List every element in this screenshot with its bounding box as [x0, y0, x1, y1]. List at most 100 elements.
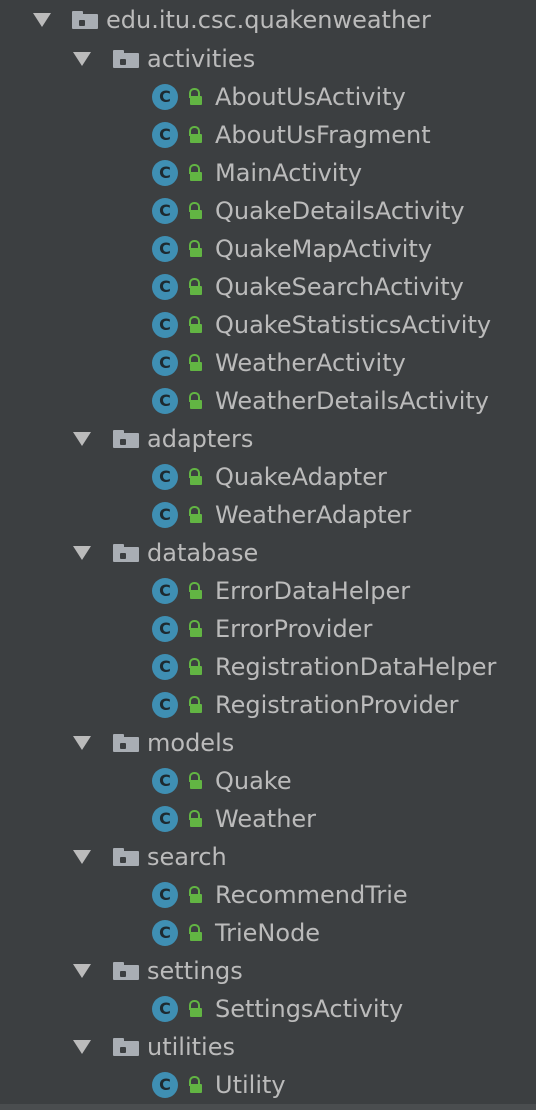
- package-label: database: [147, 539, 259, 567]
- tree-node-class[interactable]: C RecommendTrie: [0, 876, 536, 914]
- package-folder-icon: [113, 50, 139, 68]
- public-lock-icon: [187, 886, 203, 904]
- tree-node-package-activities[interactable]: activities: [0, 40, 536, 78]
- public-lock-icon: [187, 696, 203, 714]
- tree-node-class[interactable]: C AboutUsFragment: [0, 116, 536, 154]
- class-label: QuakeMapActivity: [215, 235, 433, 263]
- package-folder-icon: [72, 11, 98, 29]
- tree-node-class[interactable]: C Quake: [0, 762, 536, 800]
- chevron-down-icon[interactable]: [73, 546, 91, 560]
- tree-node-package-search[interactable]: search: [0, 838, 536, 876]
- class-icon: C: [152, 502, 178, 528]
- package-list: activities C AboutUsActivity C AboutUsFragme…: [0, 40, 536, 1104]
- public-lock-icon: [187, 240, 203, 258]
- tree-node-package-utilities[interactable]: utilities: [0, 1028, 536, 1066]
- public-lock-icon: [187, 164, 203, 182]
- tree-node-class[interactable]: C TrieNode: [0, 914, 536, 952]
- class-label: Weather: [215, 805, 317, 833]
- chevron-down-icon[interactable]: [73, 1040, 91, 1054]
- public-lock-icon: [187, 506, 203, 524]
- public-lock-icon: [187, 202, 203, 220]
- tree-node-class[interactable]: C WeatherActivity: [0, 344, 536, 382]
- tree-node-package-settings[interactable]: settings: [0, 952, 536, 990]
- public-lock-icon: [187, 810, 203, 828]
- class-icon: C: [152, 236, 178, 262]
- tree-node-package-database[interactable]: database: [0, 534, 536, 572]
- tree-node-class[interactable]: C QuakeSearchActivity: [0, 268, 536, 306]
- tree-node-class[interactable]: C QuakeMapActivity: [0, 230, 536, 268]
- class-icon: C: [152, 692, 178, 718]
- class-label: MainActivity: [215, 159, 363, 187]
- package-label: search: [147, 843, 227, 871]
- public-lock-icon: [187, 1076, 203, 1094]
- tree-node-class[interactable]: C QuakeStatisticsActivity: [0, 306, 536, 344]
- class-icon: C: [152, 160, 178, 186]
- class-icon: C: [152, 464, 178, 490]
- class-icon: C: [152, 274, 178, 300]
- tree-node-class[interactable]: C RegistrationDataHelper: [0, 648, 536, 686]
- tree-node-class[interactable]: C ErrorDataHelper: [0, 572, 536, 610]
- public-lock-icon: [187, 468, 203, 486]
- chevron-down-icon[interactable]: [73, 850, 91, 864]
- tree-node-class[interactable]: C AboutUsActivity: [0, 78, 536, 116]
- chevron-down-icon[interactable]: [73, 52, 91, 66]
- public-lock-icon: [187, 582, 203, 600]
- class-icon: C: [152, 920, 178, 946]
- package-folder-icon: [113, 544, 139, 562]
- public-lock-icon: [187, 392, 203, 410]
- class-icon: C: [152, 806, 178, 832]
- tree-node-class[interactable]: C QuakeDetailsActivity: [0, 192, 536, 230]
- class-label: QuakeSearchActivity: [215, 273, 464, 301]
- class-label: RecommendTrie: [215, 881, 408, 909]
- tree-node-class[interactable]: C RegistrationProvider: [0, 686, 536, 724]
- public-lock-icon: [187, 772, 203, 790]
- class-icon: C: [152, 768, 178, 794]
- class-icon: C: [152, 1072, 178, 1098]
- scrollbar-track[interactable]: [0, 1104, 536, 1110]
- tree-node-package-adapters[interactable]: adapters: [0, 420, 536, 458]
- public-lock-icon: [187, 1000, 203, 1018]
- public-lock-icon: [187, 88, 203, 106]
- class-icon: C: [152, 882, 178, 908]
- chevron-down-icon[interactable]: [33, 13, 51, 27]
- class-icon: C: [152, 616, 178, 642]
- chevron-down-icon[interactable]: [73, 432, 91, 446]
- tree-node-class[interactable]: C ErrorProvider: [0, 610, 536, 648]
- class-label: ErrorDataHelper: [215, 577, 411, 605]
- class-icon: C: [152, 312, 178, 338]
- public-lock-icon: [187, 354, 203, 372]
- tree-node-root-package[interactable]: edu.itu.csc.quakenweather: [0, 0, 536, 40]
- package-label: models: [147, 729, 235, 757]
- tree-node-class[interactable]: C QuakeAdapter: [0, 458, 536, 496]
- public-lock-icon: [187, 658, 203, 676]
- package-folder-icon: [113, 1038, 139, 1056]
- class-label: QuakeDetailsActivity: [215, 197, 465, 225]
- class-label: RegistrationProvider: [215, 691, 459, 719]
- public-lock-icon: [187, 620, 203, 638]
- package-label: settings: [147, 957, 243, 985]
- class-label: AboutUsFragment: [215, 121, 431, 149]
- tree-node-class[interactable]: C WeatherDetailsActivity: [0, 382, 536, 420]
- tree-node-class[interactable]: C MainActivity: [0, 154, 536, 192]
- tree-node-class[interactable]: C Utility: [0, 1066, 536, 1104]
- class-label: Quake: [215, 767, 292, 795]
- public-lock-icon: [187, 316, 203, 334]
- chevron-down-icon[interactable]: [73, 736, 91, 750]
- tree-node-class[interactable]: C SettingsActivity: [0, 990, 536, 1028]
- class-icon: C: [152, 198, 178, 224]
- public-lock-icon: [187, 278, 203, 296]
- tree-node-class[interactable]: C WeatherAdapter: [0, 496, 536, 534]
- class-label: QuakeStatisticsActivity: [215, 311, 492, 339]
- tree-node-class[interactable]: C Weather: [0, 800, 536, 838]
- class-label: RegistrationDataHelper: [215, 653, 497, 681]
- package-label: adapters: [147, 425, 254, 453]
- chevron-down-icon[interactable]: [73, 964, 91, 978]
- tree-node-package-models[interactable]: models: [0, 724, 536, 762]
- package-folder-icon: [113, 430, 139, 448]
- class-label: SettingsActivity: [215, 995, 404, 1023]
- project-tree: edu.itu.csc.quakenweather activities C Abo…: [0, 0, 536, 1104]
- public-lock-icon: [187, 924, 203, 942]
- class-icon: C: [152, 350, 178, 376]
- class-icon: C: [152, 388, 178, 414]
- class-icon: C: [152, 578, 178, 604]
